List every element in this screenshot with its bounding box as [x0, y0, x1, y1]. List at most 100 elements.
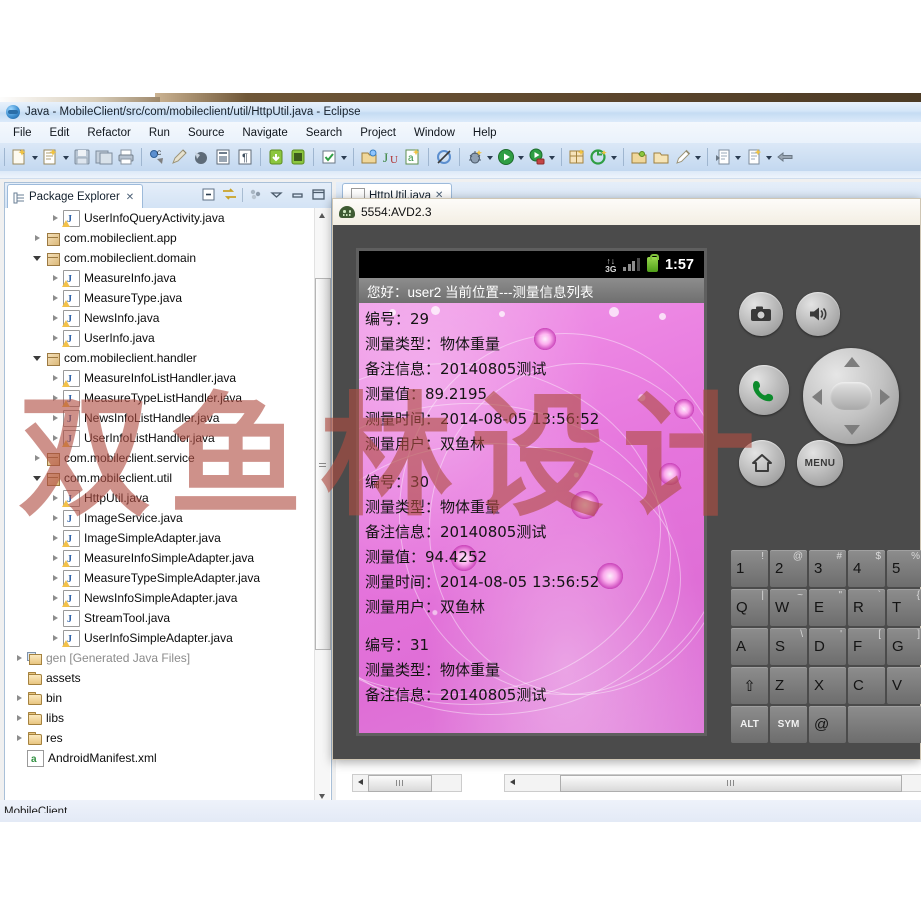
new-wizard-icon[interactable]	[10, 147, 30, 167]
maximize-icon[interactable]	[310, 186, 327, 203]
tree-twisty-closed-icon[interactable]	[32, 453, 43, 464]
view-menu-chevron-down-icon[interactable]	[268, 186, 285, 203]
emulator-screen[interactable]: ↑↓ 3G 1:57 您好：user2 当前位置---测量信息列表 编号：29 …	[356, 248, 707, 736]
tree-item[interactable]: MeasureInfo.java	[6, 268, 317, 290]
scroll-thumb-horizontal[interactable]	[560, 774, 902, 792]
run-external-tools-icon[interactable]	[527, 147, 547, 167]
menu-file[interactable]: File	[4, 125, 41, 141]
key-g[interactable]: G]	[887, 628, 921, 665]
tree-item[interactable]: NewsInfoSimpleAdapter.java	[6, 588, 317, 610]
tree-twisty-closed-icon[interactable]	[50, 273, 61, 284]
save-all-icon[interactable]	[94, 147, 114, 167]
key-x[interactable]: X	[809, 667, 846, 704]
tree-item[interactable]: UserInfoListHandler.java	[6, 428, 317, 450]
key-z[interactable]: Z	[770, 667, 807, 704]
collapse-all-icon[interactable]	[200, 186, 217, 203]
dpad-right-icon[interactable]	[880, 389, 890, 405]
open-type-icon[interactable]	[213, 147, 233, 167]
list-item[interactable]: 编号：29 测量类型：物体重量 备注信息：20140805测试 测量值：89.2…	[365, 307, 704, 457]
key-c[interactable]: C	[848, 667, 885, 704]
tree-item[interactable]: com.mobileclient.handler	[6, 348, 317, 368]
menu-help[interactable]: Help	[464, 125, 506, 141]
run-icon[interactable]	[496, 147, 516, 167]
search-dropdown-icon[interactable]	[694, 147, 703, 167]
debug-icon[interactable]	[465, 147, 485, 167]
list-item[interactable]: 编号：30 测量类型：物体重量 备注信息：20140805测试 测量值：94.4…	[365, 470, 704, 620]
tree-item[interactable]: UserInfo.java	[6, 328, 317, 350]
tree-twisty-closed-icon[interactable]	[50, 213, 61, 224]
check-mark-dropdown-icon[interactable]	[340, 147, 349, 167]
tree-twisty-closed-icon[interactable]	[50, 373, 61, 384]
run-external-dropdown-icon[interactable]	[548, 147, 557, 167]
tree-twisty-closed-icon[interactable]	[50, 433, 61, 444]
key-t[interactable]: T{	[887, 589, 921, 626]
key-sym[interactable]: SYM	[770, 706, 807, 743]
scroll-left-arrow-icon[interactable]	[353, 775, 368, 791]
tree-twisty-closed-icon[interactable]	[14, 693, 25, 704]
open-folder-icon[interactable]	[651, 147, 671, 167]
key-d[interactable]: D '	[809, 628, 846, 665]
tree-twisty-closed-icon[interactable]	[50, 633, 61, 644]
tree-item[interactable]: res	[6, 728, 317, 748]
tree-item[interactable]: AndroidManifest.xml	[6, 748, 317, 770]
list-item[interactable]: 编号：31 测量类型：物体重量 备注信息：20140805测试	[365, 633, 704, 708]
key-@[interactable]: @	[809, 706, 846, 743]
tree-item[interactable]: ImageService.java	[6, 508, 317, 530]
tree-twisty-closed-icon[interactable]	[50, 533, 61, 544]
minimize-icon[interactable]	[289, 186, 306, 203]
key-alt[interactable]: ALT	[731, 706, 768, 743]
menu-edit[interactable]: Edit	[41, 125, 79, 141]
new-editor-dropdown-icon[interactable]	[610, 147, 619, 167]
view-bottom-scrollbar-left[interactable]	[352, 774, 462, 792]
android-avd-manager-icon[interactable]	[288, 147, 308, 167]
tree-item[interactable]: assets	[6, 668, 317, 688]
view-menu-icon[interactable]	[247, 186, 264, 203]
next-annotation-dropdown-icon[interactable]	[734, 147, 743, 167]
key-1[interactable]: 1!	[731, 550, 768, 587]
dpad[interactable]	[803, 348, 899, 444]
tree-item[interactable]: StreamTool.java	[6, 608, 317, 630]
tree-twisty-closed-icon[interactable]	[32, 233, 43, 244]
menu-search[interactable]: Search	[297, 125, 351, 141]
call-button[interactable]	[739, 365, 789, 415]
volume-button[interactable]	[796, 292, 840, 336]
tree-item[interactable]: MeasureType.java	[6, 288, 317, 310]
menu-button[interactable]: MENU	[797, 440, 843, 486]
tree-item[interactable]: NewsInfo.java	[6, 308, 317, 330]
tree-twisty-open-icon[interactable]	[32, 253, 43, 264]
tree-twisty-closed-icon[interactable]	[50, 573, 61, 584]
next-annotation-icon[interactable]	[713, 147, 733, 167]
tree-twisty-closed-icon[interactable]	[50, 293, 61, 304]
camera-button[interactable]	[739, 292, 783, 336]
tree-twisty-closed-icon[interactable]	[14, 733, 25, 744]
emulator-keyboard[interactable]: 1! 2 @3 #4 $5% Q | W ~ E " R ` T{A S \ D ' F[G] ⇧ Z X C V ALT SYM…	[731, 550, 921, 743]
new-wizard-dropdown-icon[interactable]	[31, 147, 40, 167]
tree-twisty-closed-icon[interactable]	[50, 593, 61, 604]
tree-twisty-closed-icon[interactable]	[50, 553, 61, 564]
paragraph-marks-icon[interactable]: ¶	[235, 147, 255, 167]
home-button[interactable]	[739, 440, 785, 486]
tree-item[interactable]: UserInfoQueryActivity.java	[6, 208, 317, 230]
key-3[interactable]: 3 #	[809, 550, 846, 587]
tree-item[interactable]: MeasureTypeListHandler.java	[6, 388, 317, 410]
view-bottom-scrollbar-right[interactable]	[504, 774, 921, 792]
scroll-left-arrow-icon[interactable]	[505, 775, 520, 791]
toggle-breakpoint-icon[interactable]: C	[147, 147, 167, 167]
dpad-left-icon[interactable]	[812, 389, 822, 405]
tree-twisty-closed-icon[interactable]	[14, 653, 25, 664]
new-editor-icon[interactable]	[589, 147, 609, 167]
tree-item[interactable]: NewsInfoListHandler.java	[6, 408, 317, 430]
menu-refactor[interactable]: Refactor	[78, 125, 139, 141]
key-q[interactable]: Q |	[731, 589, 768, 626]
key-e[interactable]: E "	[809, 589, 846, 626]
key-a[interactable]: A	[731, 628, 768, 665]
tree-twisty-closed-icon[interactable]	[50, 613, 61, 624]
key-4[interactable]: 4 $	[848, 550, 885, 587]
key-s[interactable]: S \	[770, 628, 807, 665]
key-space[interactable]	[848, 706, 921, 743]
menu-project[interactable]: Project	[351, 125, 405, 141]
key-f[interactable]: F[	[848, 628, 885, 665]
key-w[interactable]: W ~	[770, 589, 807, 626]
tree-twisty-closed-icon[interactable]	[50, 493, 61, 504]
key-5[interactable]: 5%	[887, 550, 921, 587]
